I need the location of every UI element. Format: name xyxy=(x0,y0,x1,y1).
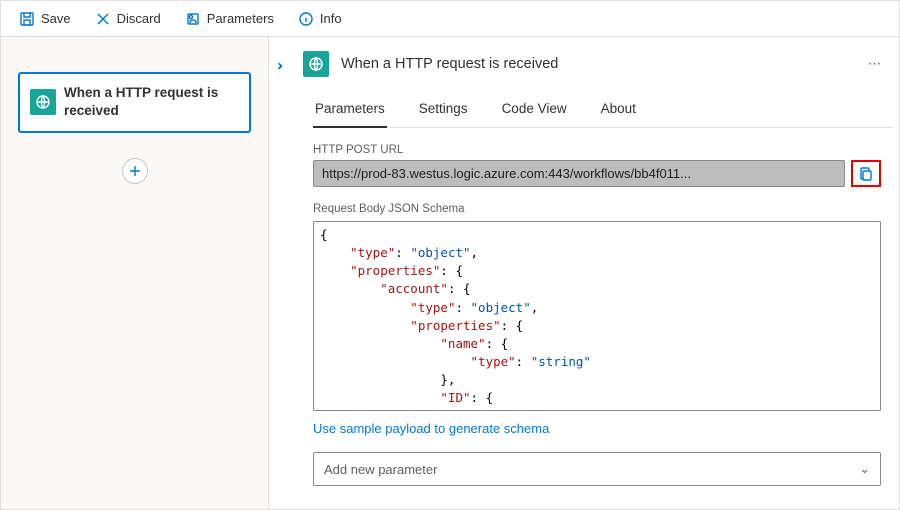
save-button[interactable]: Save xyxy=(9,7,81,31)
pane-tabs: Parameters Settings Code View About xyxy=(313,95,893,128)
info-button[interactable]: Info xyxy=(288,7,352,31)
url-field-label: HTTP POST URL xyxy=(313,144,881,156)
discard-button[interactable]: Discard xyxy=(85,7,171,31)
tab-about[interactable]: About xyxy=(599,95,638,127)
more-menu-button[interactable]: ⋯ xyxy=(868,56,881,72)
pane-title: When a HTTP request is received xyxy=(341,56,558,72)
tab-parameters[interactable]: Parameters xyxy=(313,95,387,128)
designer-canvas: When a HTTP request is received xyxy=(1,37,269,509)
copy-url-button[interactable] xyxy=(851,160,881,187)
schema-field-label: Request Body JSON Schema xyxy=(313,203,881,215)
properties-pane: ›› When a HTTP request is received ⋯ Par… xyxy=(269,37,899,509)
trigger-card[interactable]: When a HTTP request is received xyxy=(19,73,250,132)
toolbar: Save Discard Parameters Info xyxy=(1,1,899,37)
collapse-pane-button[interactable]: ›› xyxy=(277,57,279,74)
tab-code-view[interactable]: Code View xyxy=(500,95,569,127)
http-request-icon xyxy=(30,89,56,115)
chevron-down-icon: ⌄ xyxy=(859,461,870,477)
http-post-url-field[interactable]: https://prod-83.westus.logic.azure.com:4… xyxy=(313,160,845,187)
add-new-parameter-placeholder: Add new parameter xyxy=(324,462,437,477)
parameters-label: Parameters xyxy=(207,11,274,26)
trigger-title: When a HTTP request is received xyxy=(64,84,239,119)
add-new-parameter-dropdown[interactable]: Add new parameter ⌄ xyxy=(313,452,881,486)
http-request-icon xyxy=(303,51,329,77)
save-label: Save xyxy=(41,11,71,26)
parameters-button[interactable]: Parameters xyxy=(175,7,284,31)
add-step-button[interactable] xyxy=(122,158,148,184)
request-body-schema-input[interactable]: { "type": "object", "properties": { "acc… xyxy=(313,221,881,411)
info-label: Info xyxy=(320,11,342,26)
use-sample-payload-link[interactable]: Use sample payload to generate schema xyxy=(313,421,549,436)
tab-settings[interactable]: Settings xyxy=(417,95,470,127)
discard-label: Discard xyxy=(117,11,161,26)
